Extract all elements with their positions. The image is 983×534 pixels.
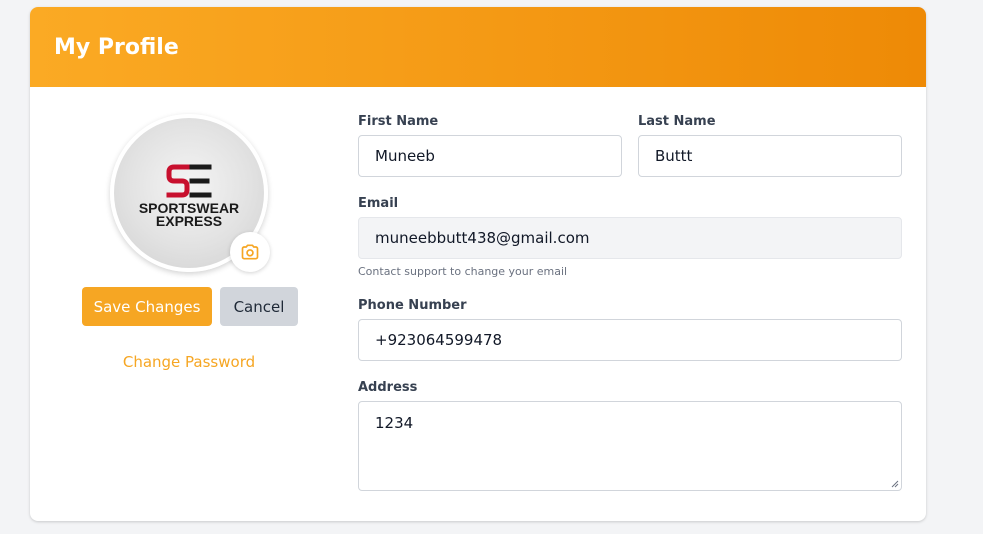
address-value: 1234 [375,414,414,432]
first-name-label: First Name [358,114,439,129]
last-name-input[interactable]: Buttt [638,135,902,177]
change-password-link[interactable]: Change Password [30,353,348,371]
last-name-label: Last Name [638,114,716,129]
email-label: Email [358,196,399,211]
camera-icon [241,244,259,260]
email-help-text: Contact support to change your email [358,265,568,278]
action-buttons: Save Changes Cancel [82,287,298,326]
address-label: Address [358,380,418,395]
address-textarea[interactable]: 1234 [358,401,902,491]
page-title: My Profile [54,34,179,60]
email-field: muneebbutt438@gmail.com [358,217,902,259]
logo-line-2: EXPRESS [156,213,222,229]
avatar-wrapper: SPORTSWEAR EXPRESS [110,114,270,272]
save-changes-button[interactable]: Save Changes [82,287,212,326]
first-name-input[interactable]: Muneeb [358,135,622,177]
cancel-button[interactable]: Cancel [220,287,298,326]
avatar-section: SPORTSWEAR EXPRESS Save Changes Cancel C… [30,87,348,521]
phone-input[interactable]: +923064599478 [358,319,902,361]
profile-card: My Profile SPORTSWEAR EXPRESS Save Chang… [30,7,926,521]
change-avatar-button[interactable] [230,232,270,272]
card-header: My Profile [30,7,926,87]
phone-label: Phone Number [358,298,467,313]
resize-handle-icon[interactable] [889,478,899,488]
